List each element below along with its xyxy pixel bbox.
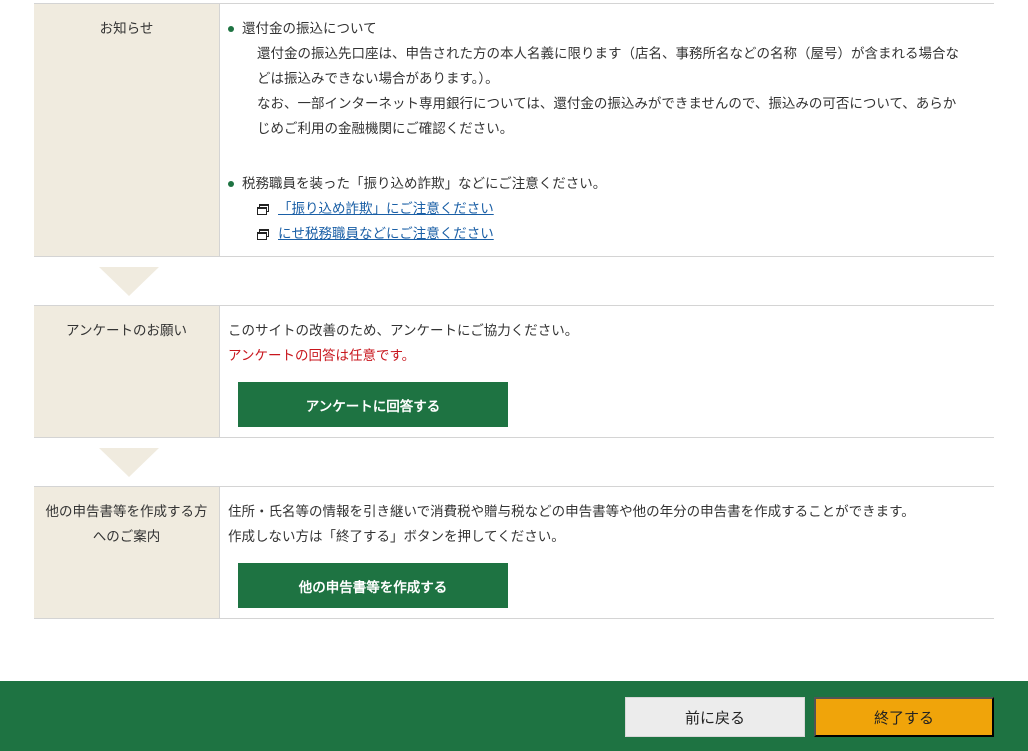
bullet-icon [228, 26, 234, 32]
notice-text: 還付金の振込先口座は、申告された方の本人名義に限ります（店名、事務所名などの名称… [257, 46, 959, 62]
notice-body: 還付金の振込について 還付金の振込先口座は、申告された方の本人名義に限ります（店… [220, 4, 994, 256]
other-forms-label-line: へのご案内 [92, 529, 161, 545]
notice-item-fraud: 税務職員を装った「振り込め詐欺」などにご注意ください。 [228, 172, 988, 197]
survey-section: アンケートのお願い このサイトの改善のため、アンケートにご協力ください。 アンケ… [34, 305, 994, 438]
other-forms-body: 住所・氏名等の情報を引き継いで消費税や贈与税などの申告書等や他の年分の申告書を作… [220, 487, 994, 618]
page: お知らせ 還付金の振込について 還付金の振込先口座は、申告された方の本人名義に限… [0, 0, 1028, 751]
notice-text: どは振込みできない場合があります。）。 [257, 71, 499, 87]
other-forms-text: 住所・氏名等の情報を引き継いで消費税や贈与税などの申告書等や他の年分の申告書を作… [228, 504, 915, 520]
other-forms-text: 作成しない方は「終了する」ボタンを押してください。 [228, 529, 565, 545]
survey-body: このサイトの改善のため、アンケートにご協力ください。 アンケートの回答は任意です… [220, 306, 994, 437]
other-forms-label: 他の申告書等を作成する方 へのご案内 [34, 487, 220, 618]
finish-button[interactable]: 終了する [814, 697, 994, 737]
notice-text: じめご利用の金融機関にご確認ください。 [257, 121, 514, 137]
fake-official-link-row[interactable]: にせ税務職員などにご注意ください [228, 222, 988, 247]
notice-section: お知らせ 還付金の振込について 還付金の振込先口座は、申告された方の本人名義に限… [34, 3, 994, 257]
back-button[interactable]: 前に戻る [625, 697, 805, 737]
fraud-warning-link[interactable]: 「振り込め詐欺」にご注意ください [278, 197, 494, 222]
answer-survey-button[interactable]: アンケートに回答する [238, 382, 508, 427]
fake-official-warning-link[interactable]: にせ税務職員などにご注意ください [278, 222, 494, 247]
new-window-icon [257, 229, 270, 240]
bullet-icon [228, 181, 234, 187]
new-window-icon [257, 204, 270, 215]
survey-text: このサイトの改善のため、アンケートにご協力ください。 [228, 323, 579, 339]
notice-item-title: 還付金の振込について [242, 21, 377, 37]
notice-item-refund: 還付金の振込について [228, 17, 988, 42]
other-forms-section: 他の申告書等を作成する方 へのご案内 住所・氏名等の情報を引き継いで消費税や贈与… [34, 486, 994, 619]
footer-bar: 前に戻る 終了する [0, 681, 1028, 751]
survey-label: アンケートのお願い [34, 306, 220, 437]
down-arrow-icon [99, 267, 159, 296]
other-forms-label-line: 他の申告書等を作成する方 [45, 504, 208, 520]
survey-optional-note: アンケートの回答は任意です。 [228, 348, 416, 364]
fraud-link-row[interactable]: 「振り込め詐欺」にご注意ください [228, 197, 988, 222]
notice-label: お知らせ [34, 4, 220, 256]
notice-text: なお、一部インターネット専用銀行については、還付金の振込みができませんので、振込… [257, 96, 957, 112]
notice-item-title: 税務職員を装った「振り込め詐欺」などにご注意ください。 [242, 176, 607, 192]
down-arrow-icon [99, 448, 159, 477]
create-other-forms-button[interactable]: 他の申告書等を作成する [238, 563, 508, 608]
